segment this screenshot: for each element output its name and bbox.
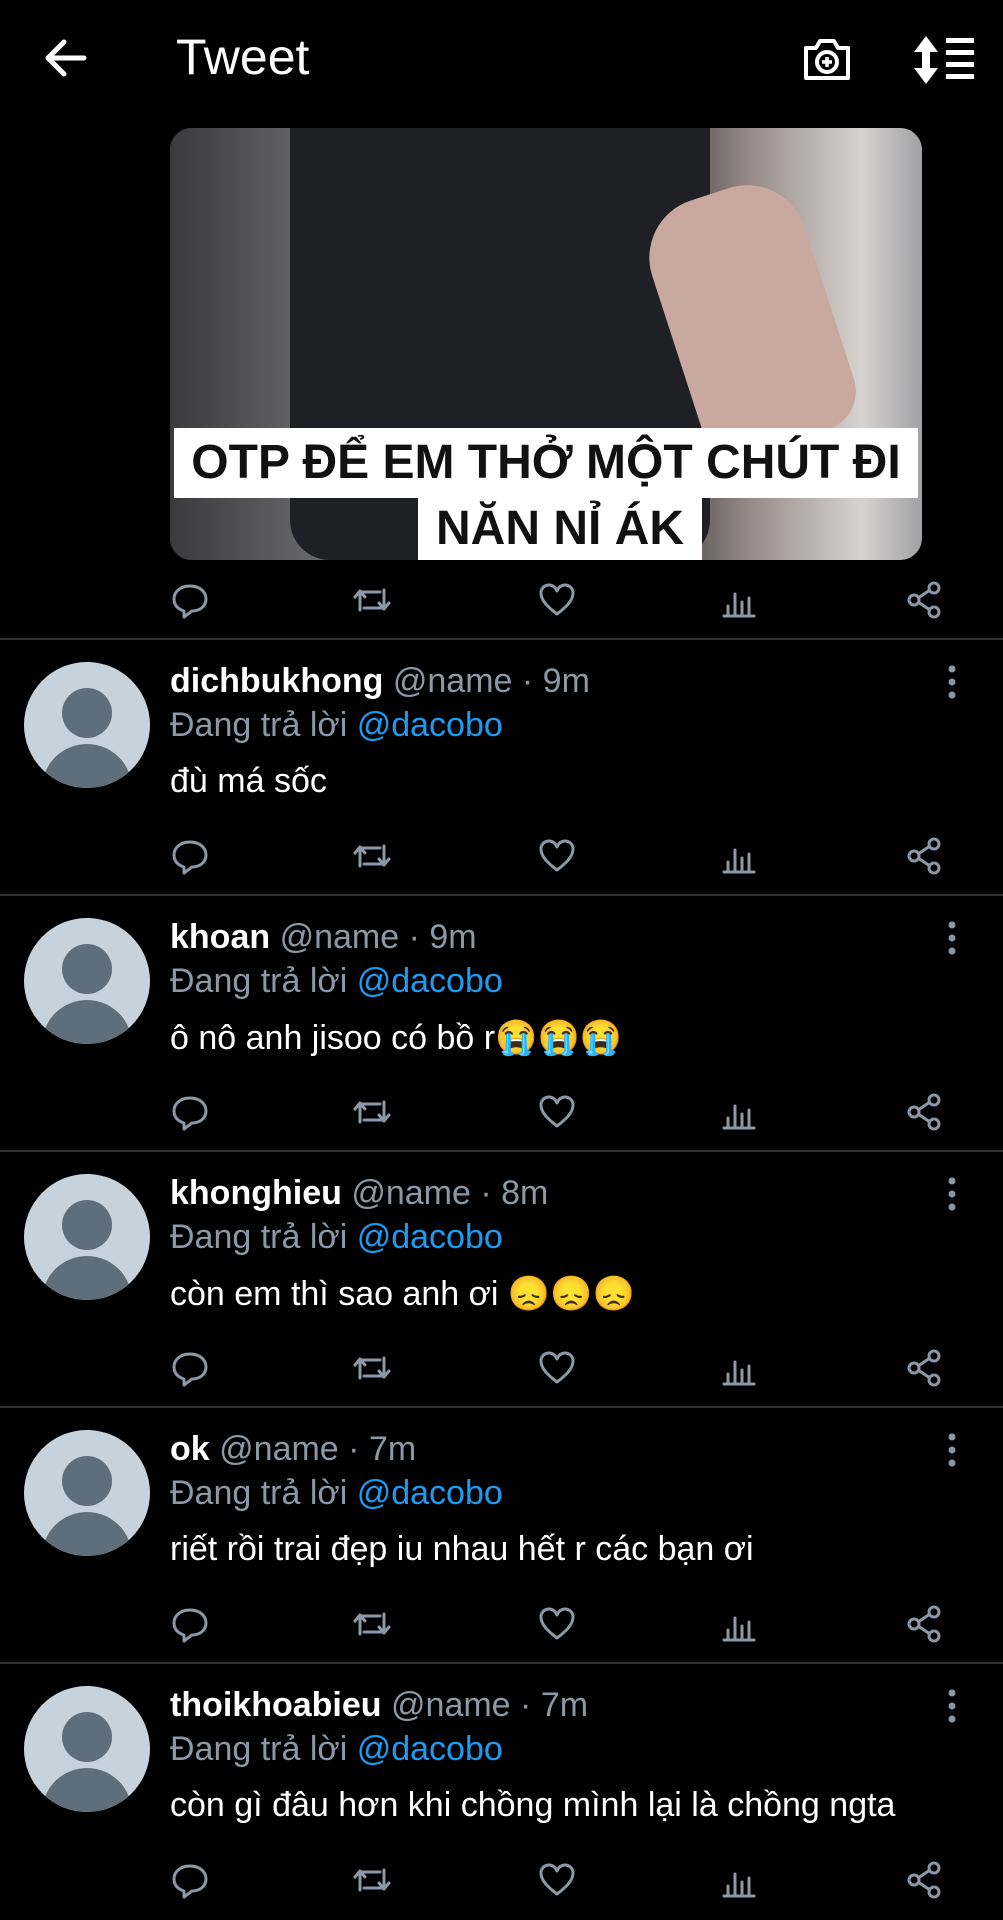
- divider: [0, 1662, 1003, 1664]
- reply-text: riết rồi trai đẹp iu nhau hết r các bạn …: [170, 1530, 754, 1568]
- mention-link[interactable]: @dacobo: [357, 962, 503, 1000]
- reply-icon[interactable]: [170, 1604, 210, 1644]
- like-heart-icon[interactable]: [537, 836, 577, 876]
- tweet-action-bar: [170, 580, 950, 624]
- retweet-icon[interactable]: [352, 1860, 392, 1900]
- analytics-icon[interactable]: [720, 580, 760, 620]
- more-options-icon[interactable]: [940, 1430, 964, 1470]
- arrow-left-icon[interactable]: [40, 32, 92, 84]
- page-title: Tweet: [176, 29, 310, 85]
- reply-text: đù má sốc: [170, 762, 327, 800]
- like-heart-icon[interactable]: [537, 1604, 577, 1644]
- timestamp: 8m: [501, 1174, 549, 1212]
- reply-icon[interactable]: [170, 580, 210, 620]
- avatar[interactable]: [24, 1430, 150, 1556]
- tweet-media-image[interactable]: OTP ĐỂ EM THỞ MỘT CHÚT ĐI NĂN NỈ ÁK: [170, 128, 922, 560]
- timestamp: 9m: [542, 662, 590, 700]
- mention-link[interactable]: @dacobo: [357, 1218, 503, 1256]
- reply-icon[interactable]: [170, 1092, 210, 1132]
- reply-header: khoan @name · 9m: [170, 918, 477, 956]
- reply-icon[interactable]: [170, 1860, 210, 1900]
- reply-action-bar: [170, 836, 950, 880]
- sort-list-icon[interactable]: [912, 34, 976, 86]
- retweet-icon[interactable]: [352, 1604, 392, 1644]
- reply-text: ô nô anh jisoo có bồ r😭😭😭: [170, 1019, 623, 1057]
- analytics-icon[interactable]: [720, 836, 760, 876]
- reply-header: ok @name · 7m: [170, 1430, 417, 1468]
- more-options-icon[interactable]: [940, 662, 964, 702]
- username[interactable]: khoan: [170, 918, 270, 956]
- replying-to: Đang trả lời @dacobo: [170, 1730, 503, 1768]
- reply-action-bar: [170, 1860, 950, 1904]
- reply-text: còn em thì sao anh ơi 😞😞😞: [170, 1275, 635, 1313]
- share-icon[interactable]: [904, 1860, 944, 1900]
- more-options-icon[interactable]: [940, 1686, 964, 1726]
- like-heart-icon[interactable]: [537, 1860, 577, 1900]
- meme-caption-line-2: NĂN NỈ ÁK: [418, 498, 702, 560]
- username[interactable]: dichbukhong: [170, 662, 383, 700]
- analytics-icon[interactable]: [720, 1348, 760, 1388]
- meme-caption-line-1: OTP ĐỂ EM THỞ MỘT CHÚT ĐI: [174, 428, 918, 498]
- reply-action-bar: [170, 1604, 950, 1648]
- share-icon[interactable]: [904, 836, 944, 876]
- share-icon[interactable]: [904, 1348, 944, 1388]
- analytics-icon[interactable]: [720, 1604, 760, 1644]
- avatar[interactable]: [24, 918, 150, 1044]
- divider: [0, 894, 1003, 896]
- analytics-icon[interactable]: [720, 1092, 760, 1132]
- camera-plus-icon[interactable]: [800, 32, 854, 86]
- replying-to: Đang trả lời @dacobo: [170, 962, 503, 1000]
- handle: @name: [391, 1686, 511, 1724]
- timestamp: 9m: [429, 918, 477, 956]
- timestamp: 7m: [368, 1430, 417, 1468]
- meme-caption: OTP ĐỂ EM THỞ MỘT CHÚT ĐI NĂN NỈ ÁK: [170, 428, 922, 560]
- handle: @name: [392, 662, 513, 700]
- username[interactable]: thoikhoabieu: [170, 1686, 382, 1724]
- replying-to: Đang trả lời @dacobo: [170, 706, 503, 744]
- handle: @name: [279, 918, 400, 956]
- handle: @name: [219, 1430, 339, 1468]
- reply-action-bar: [170, 1092, 950, 1136]
- replying-to: Đang trả lời @dacobo: [170, 1474, 503, 1512]
- divider: [0, 1406, 1003, 1408]
- avatar[interactable]: [24, 1174, 150, 1300]
- reply-header: dichbukhong @name · 9m: [170, 662, 590, 700]
- retweet-icon[interactable]: [352, 1348, 392, 1388]
- share-icon[interactable]: [904, 1092, 944, 1132]
- more-options-icon[interactable]: [940, 918, 964, 958]
- reply-icon[interactable]: [170, 836, 210, 876]
- reply-action-bar: [170, 1348, 950, 1392]
- username[interactable]: ok: [170, 1430, 210, 1468]
- mention-link[interactable]: @dacobo: [357, 1474, 503, 1512]
- share-icon[interactable]: [904, 580, 944, 620]
- username[interactable]: khonghieu: [170, 1174, 342, 1212]
- reply-icon[interactable]: [170, 1348, 210, 1388]
- mention-link[interactable]: @dacobo: [357, 706, 503, 744]
- top-bar: Tweet: [0, 0, 1003, 122]
- retweet-icon[interactable]: [352, 1092, 392, 1132]
- share-icon[interactable]: [904, 1604, 944, 1644]
- divider: [0, 1150, 1003, 1152]
- like-heart-icon[interactable]: [537, 580, 577, 620]
- avatar[interactable]: [24, 662, 150, 788]
- timestamp: 7m: [540, 1686, 589, 1724]
- replying-to: Đang trả lời @dacobo: [170, 1218, 503, 1256]
- like-heart-icon[interactable]: [537, 1092, 577, 1132]
- more-options-icon[interactable]: [940, 1174, 964, 1214]
- analytics-icon[interactable]: [720, 1860, 760, 1900]
- retweet-icon[interactable]: [352, 836, 392, 876]
- mention-link[interactable]: @dacobo: [357, 1730, 503, 1768]
- reply-header: khonghieu @name · 8m: [170, 1174, 549, 1212]
- avatar[interactable]: [24, 1686, 150, 1812]
- retweet-icon[interactable]: [352, 580, 392, 620]
- handle: @name: [351, 1174, 471, 1212]
- reply-text: còn gì đâu hơn khi chồng mình lại là chồ…: [170, 1786, 896, 1824]
- reply-header: thoikhoabieu @name · 7m: [170, 1686, 589, 1724]
- like-heart-icon[interactable]: [537, 1348, 577, 1388]
